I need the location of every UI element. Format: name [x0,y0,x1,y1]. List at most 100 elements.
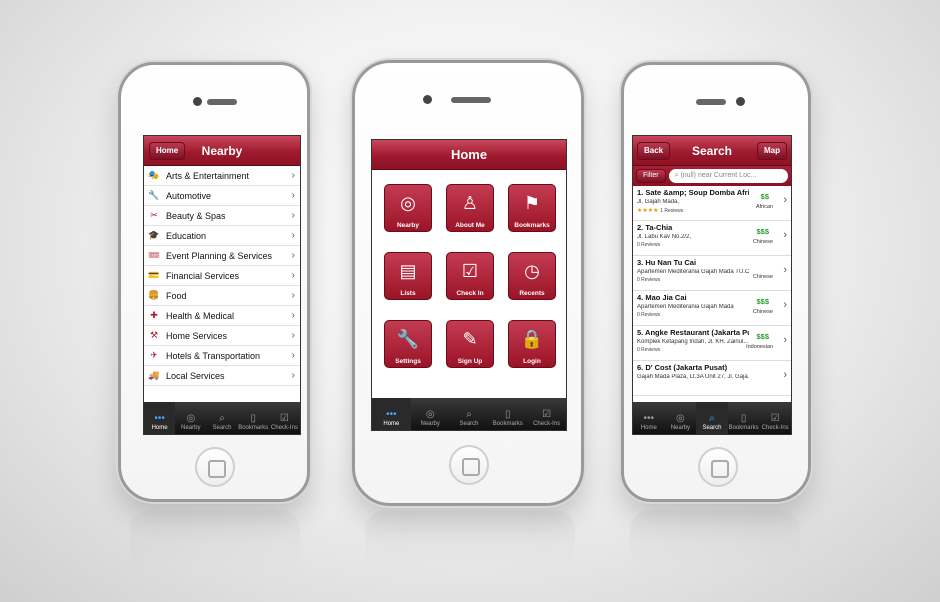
tile-settings[interactable]: 🔧 Settings [384,320,432,368]
tab-label: Nearby [181,425,201,431]
list-item-label: Beauty & Spas [166,210,226,221]
speaker [207,99,237,105]
result-price: $$$ [756,297,769,306]
tile-bookmarks[interactable]: ⚑ Bookmarks [508,184,556,232]
about-me-icon: ♙ [461,193,479,213]
reflection [365,510,575,570]
tab-label: Home [640,425,657,431]
tab-home[interactable]: ••• Home [633,402,665,434]
list-item[interactable]: 🚚 Local Services › [144,366,300,386]
tab-label: Search [459,421,479,427]
home-tab-icon: ••• [643,413,655,424]
list-item[interactable]: 🎭 Arts & Entertainment › [144,166,300,186]
tab-nearby[interactable]: ◎ Nearby [175,402,206,434]
list-item[interactable]: 🎟 Event Planning & Services › [144,246,300,266]
education-icon: 🎓 [148,230,160,240]
tab-bar: ••• Home ◎ Nearby ⌕ Search ▯ Bookmarks ☑ Check-In… [144,402,300,434]
tab-bookmarks[interactable]: ▯ Bookmarks [488,398,527,430]
list-item-label: Education [166,230,207,241]
tile-label: Sign Up [457,358,483,365]
list-item[interactable]: 💳 Financial Services › [144,266,300,286]
list-item-label: Health & Medical [166,310,235,321]
beauty-icon: ✂ [150,210,158,220]
result-category: Chinese [752,309,773,315]
tab-label: Nearby [670,425,691,431]
bookmarks-tab-icon: ▯ [740,413,747,424]
tab-check-ins[interactable]: ☑ Check-Ins [269,402,300,434]
tab-check-ins[interactable]: ☑ Check-Ins [527,398,566,430]
tile-sign-up[interactable]: ✎ Sign Up [446,320,494,368]
tile-nearby[interactable]: ◎ Nearby [384,184,432,232]
map-button[interactable]: Map [757,142,787,160]
hotels-icon: ✈ [150,350,158,360]
result-price: $$$ [756,227,769,236]
home-hardware-button[interactable] [449,445,489,485]
tab-nearby[interactable]: ◎ Nearby [411,398,450,430]
tab-label: Home [383,421,400,427]
recents-icon: ◷ [524,261,540,281]
result-row[interactable]: 3. Hu Nan Tu Cai Apartemen Mediterania Ga… [633,256,791,291]
chevron-right-icon: › [291,170,295,181]
tile-label: Nearby [396,222,420,229]
tile-about-me[interactable]: ♙ About Me [446,184,494,232]
nearby-tab-icon: ◎ [425,409,435,420]
result-row[interactable]: 2. Ta-Chia Jl. Labu Kav No.2/2, 0 Reviews $… [633,221,791,256]
list-item[interactable]: ✈ Hotels & Transportation › [144,346,300,366]
tile-label: Settings [395,358,421,365]
tile-recents[interactable]: ◷ Recents [508,252,556,300]
home-hardware-button[interactable] [195,447,235,487]
sign-up-icon: ✎ [462,329,478,349]
phone-right: Back Search Map Filter ⌕ (null) near Cur… [621,62,811,502]
tile-login[interactable]: 🔒 Login [508,320,556,368]
result-row[interactable]: 1. Sate &amp; Soup Domba Africa Jl. Gajah… [633,186,791,221]
result-price: $$$ [756,332,769,341]
tab-bookmarks[interactable]: ▯ Bookmarks [238,402,269,434]
local-services-icon: 🚚 [148,370,160,380]
search-screen: Back Search Map Filter ⌕ (null) near Cur… [632,135,792,435]
result-row[interactable]: 6. D' Cost (Jakarta Pusat) Gajah Mada Pla… [633,361,791,396]
filter-button[interactable]: Filter [636,169,666,183]
bookmarks-icon: ⚑ [523,193,541,213]
nearby-screen: Home Nearby 🎭 Arts & Entertainment › 🔧 Autom… [143,135,301,435]
home-tab-icon: ••• [154,413,165,424]
chevron-right-icon: › [783,194,787,206]
tab-bookmarks[interactable]: ▯ Bookmarks [728,402,760,434]
search-placeholder: (null) near Current Loc... [680,172,757,179]
list-item-label: Hotels & Transportation [166,350,261,361]
result-address: Jl. Gajah Mada, [637,199,680,205]
tile-check-in[interactable]: ☑ Check In [446,252,494,300]
list-item[interactable]: 🎓 Education › [144,226,300,246]
tile-label: Lists [400,290,416,297]
tab-home[interactable]: ••• Home [144,402,176,434]
list-item[interactable]: 🍔 Food › [144,286,300,306]
back-button[interactable]: Back [637,142,671,160]
result-title: 1. Sate &amp; Soup Domba Africa [637,188,749,197]
check-in-icon: ☑ [461,261,479,281]
results-list: 1. Sate &amp; Soup Domba Africa Jl. Gajah… [633,186,791,396]
tab-home[interactable]: ••• Home [372,398,411,430]
result-row[interactable]: 5. Angke Restaurant (Jakarta Pusat) Kompl… [633,326,791,361]
home-hardware-button[interactable] [698,447,738,487]
list-item-label: Home Services [166,330,228,341]
tile-lists[interactable]: ▤ Lists [384,252,432,300]
result-address: Gajah Mada Plaza, Lt.3A Unit 27, Jl. Gaj… [637,374,749,380]
list-item[interactable]: ✂ Beauty & Spas › [144,206,300,226]
list-item[interactable]: ✚ Health & Medical › [144,306,300,326]
home-services-icon: ⚒ [149,330,159,340]
result-category: Chinese [752,239,773,245]
tab-nearby[interactable]: ◎ Nearby [665,402,697,434]
result-address: Apartemen Mediterania Gajah Mada [637,304,734,310]
list-item[interactable]: 🔧 Automotive › [144,186,300,206]
reflection [630,510,800,570]
search-input[interactable]: ⌕ (null) near Current Loc... [668,169,788,183]
tab-search[interactable]: ⌕ Search [206,402,237,434]
result-row[interactable]: 4. Mao Jia Cai Apartemen Mediterania Gaja… [633,291,791,326]
tile-label: Bookmarks [514,222,550,229]
list-item[interactable]: ⚒ Home Services › [144,326,300,346]
tab-search[interactable]: ⌕ Search [696,402,728,434]
tab-label: Bookmarks [492,421,523,427]
tab-check-ins[interactable]: ☑ Check-Ins [759,402,791,434]
category-list: 🎭 Arts & Entertainment › 🔧 Automotive › ✂ Beaut… [144,166,300,386]
tab-search[interactable]: ⌕ Search [450,398,489,430]
home-button[interactable]: Home [149,142,186,160]
